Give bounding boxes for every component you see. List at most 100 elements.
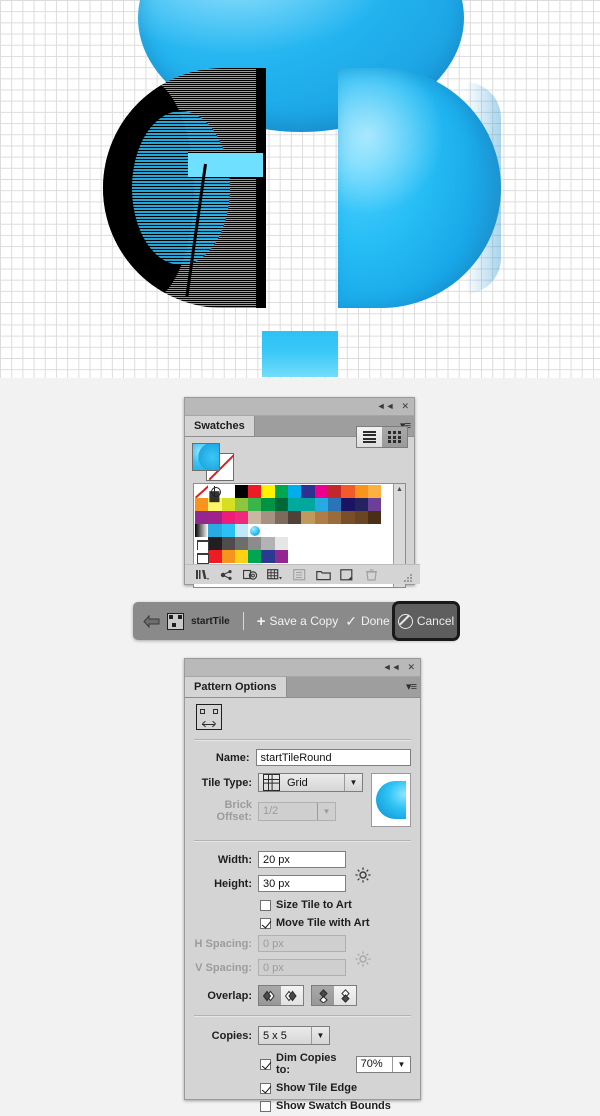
fill-swatch[interactable] [192, 443, 220, 471]
swatch-color[interactable] [248, 550, 262, 563]
dim-copies-row[interactable]: Dim Copies to: 70% ▼ [260, 1052, 411, 1076]
swatch-color[interactable] [341, 485, 355, 498]
swatch-color[interactable] [274, 550, 289, 563]
artwork-bottom-cyan-rectangle[interactable] [262, 331, 338, 377]
swatch-color[interactable] [301, 498, 315, 511]
size-tile-to-art-checkbox[interactable] [260, 899, 271, 911]
swatch-color[interactable] [261, 485, 275, 498]
swatch-color[interactable] [261, 537, 275, 550]
swatch-options-grid-icon[interactable] [263, 567, 287, 583]
show-swatch-kinds-menu-icon[interactable] [239, 567, 263, 583]
move-tile-with-art-row[interactable]: Move Tile with Art [260, 917, 411, 929]
overlap-bottom-in-front[interactable] [334, 986, 356, 1005]
swatch-color[interactable] [367, 498, 382, 511]
swatch-color[interactable] [288, 485, 302, 498]
size-tile-to-art-row[interactable]: Size Tile to Art [260, 899, 411, 911]
overlap-right-in-front[interactable] [281, 986, 303, 1005]
collapse-icon[interactable]: ◄◄ [377, 402, 395, 411]
swatch-color[interactable] [314, 498, 328, 511]
swatch-color[interactable] [195, 511, 209, 524]
swatch-color[interactable] [314, 511, 328, 524]
swatch-color[interactable] [221, 511, 235, 524]
swatch-libraries-menu-icon[interactable] [191, 567, 215, 583]
done-button[interactable]: ✓ Done [345, 614, 389, 628]
swatch-color[interactable] [234, 511, 249, 524]
swatch-color[interactable] [367, 485, 382, 498]
show-tile-edge-checkbox[interactable] [260, 1082, 271, 1094]
illustrator-artboard[interactable] [0, 0, 600, 378]
swatch-color[interactable] [314, 485, 328, 498]
swatch-color[interactable] [274, 485, 289, 498]
swatch-gradient[interactable] [195, 524, 209, 537]
swatch-color[interactable] [248, 537, 262, 550]
chevron-down-icon[interactable]: ▼ [392, 1056, 410, 1072]
swatch-color[interactable] [288, 511, 302, 524]
swatch-color[interactable] [341, 511, 355, 524]
swatch-color[interactable] [248, 498, 262, 511]
overlap-top-in-front[interactable] [312, 986, 334, 1005]
pattern-options-panel[interactable]: ◄◄ ✕ Pattern Options ▾≡ Name: startTileR… [184, 658, 421, 1112]
delete-swatch-icon[interactable] [359, 567, 383, 583]
swatch-color[interactable] [234, 550, 249, 563]
show-swatch-bounds-row[interactable]: Show Swatch Bounds [260, 1100, 411, 1112]
swatch-color[interactable] [234, 524, 249, 537]
swatch-color[interactable] [327, 498, 342, 511]
swatch-color[interactable] [221, 550, 235, 563]
scroll-up-icon[interactable]: ▲ [394, 484, 405, 495]
swatch-color[interactable] [367, 511, 382, 524]
swatch-color[interactable] [208, 498, 222, 511]
save-a-copy-button[interactable]: + Save a Copy [257, 614, 338, 629]
swatch-color[interactable] [221, 498, 235, 511]
swatch-color[interactable] [274, 498, 289, 511]
grid-view-icon[interactable] [382, 427, 407, 447]
tab-swatches[interactable]: Swatches [185, 416, 255, 436]
swatch-pattern-startTileRound[interactable] [248, 524, 262, 537]
swatch-color[interactable] [261, 550, 275, 563]
swatch-color[interactable] [354, 511, 368, 524]
color-group-link-icon[interactable] [215, 567, 239, 583]
swatch-color[interactable] [208, 550, 222, 563]
swatch-color[interactable] [288, 498, 302, 511]
swatch-color-group-folder[interactable] [195, 537, 209, 551]
swatch-color[interactable] [274, 537, 289, 550]
swatch-color[interactable] [221, 485, 235, 498]
new-color-group-icon[interactable] [311, 567, 335, 583]
close-icon[interactable]: ✕ [407, 663, 415, 672]
swatch-color[interactable] [208, 511, 222, 524]
swatch-color[interactable] [301, 485, 315, 498]
name-input[interactable]: startTileRound [255, 749, 411, 766]
panel-resize-grip[interactable] [404, 574, 412, 582]
swatch-color[interactable] [341, 498, 355, 511]
swatch-color[interactable] [221, 524, 235, 537]
show-swatch-bounds-checkbox[interactable] [260, 1100, 271, 1112]
dim-copies-select[interactable]: 70% ▼ [355, 1055, 411, 1073]
chevron-down-icon[interactable]: ▼ [344, 774, 362, 791]
swatch-color[interactable] [261, 498, 275, 511]
swatch-color[interactable] [208, 524, 222, 537]
back-arrow-icon[interactable] [143, 614, 160, 628]
swatch-color[interactable] [327, 485, 342, 498]
show-tile-edge-row[interactable]: Show Tile Edge [260, 1082, 411, 1094]
swatch-color[interactable] [195, 498, 209, 511]
swatch-color[interactable] [234, 537, 249, 550]
swatch-color[interactable] [234, 485, 249, 498]
swatches-panel[interactable]: ◄◄ ✕ Swatches ▾≡ startTileRound [184, 397, 420, 588]
swatch-color[interactable] [327, 511, 342, 524]
collapse-icon[interactable]: ◄◄ [383, 663, 401, 672]
cancel-button[interactable]: Cancel [392, 601, 460, 641]
link-dimensions-icon[interactable] [355, 866, 371, 884]
dim-copies-checkbox[interactable] [260, 1058, 271, 1070]
swatch-color[interactable] [248, 511, 262, 524]
swatch-color[interactable] [301, 511, 315, 524]
swatch-color[interactable] [248, 485, 262, 498]
close-icon[interactable]: ✕ [401, 402, 409, 411]
swatch-color[interactable] [354, 498, 368, 511]
swatch-none[interactable] [195, 485, 209, 498]
tab-pattern-options[interactable]: Pattern Options [185, 677, 287, 697]
copies-select[interactable]: 5 x 5 ▼ [258, 1026, 330, 1045]
tile-type-select[interactable]: Grid ▼ [258, 773, 363, 792]
panel-menu-icon[interactable]: ▾≡ [406, 680, 417, 693]
pattern-tile-tool-icon[interactable] [196, 704, 222, 730]
swatch-color[interactable] [208, 537, 222, 550]
swatch-options-icon[interactable] [287, 567, 311, 583]
